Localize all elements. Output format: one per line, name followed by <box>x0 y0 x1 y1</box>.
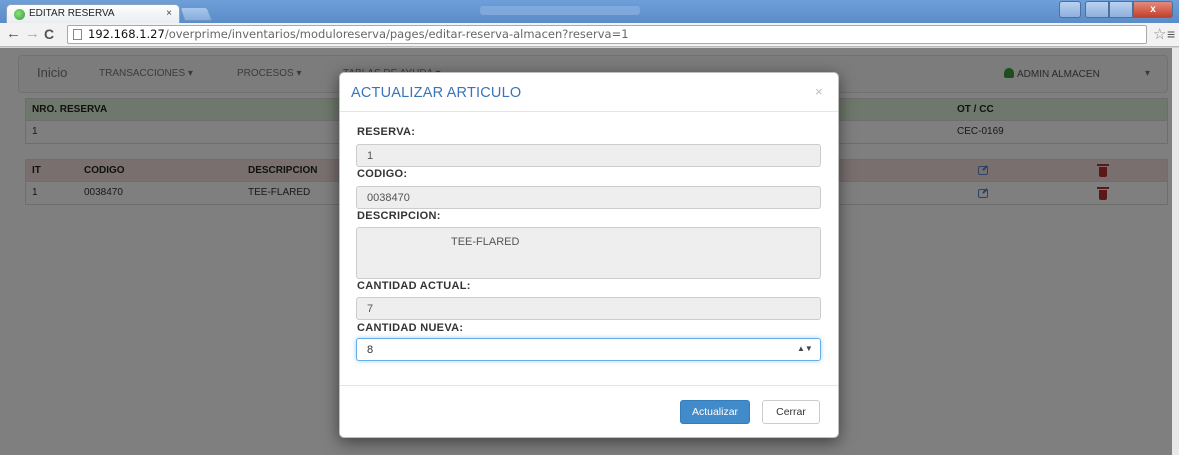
window-controls: x <box>1059 1 1173 18</box>
address-bar[interactable]: 192.168.1.27/overprime/inventarios/modul… <box>67 25 1147 44</box>
forward-arrow-icon[interactable]: → <box>25 26 40 42</box>
minimize-button[interactable] <box>1085 1 1109 18</box>
description-field[interactable]: TEE-FLARED <box>356 227 821 279</box>
reserve-field[interactable] <box>356 144 821 167</box>
update-button[interactable]: Actualizar <box>680 400 750 424</box>
maximize-button[interactable] <box>1109 1 1133 18</box>
close-icon[interactable]: × <box>815 84 823 99</box>
browser-tabstrip: EDITAR RESERVA × x <box>0 0 1179 23</box>
reserve-label: RESERVA: <box>357 126 416 138</box>
reload-icon[interactable]: C <box>44 26 54 42</box>
current-qty-label: CANTIDAD ACTUAL: <box>357 280 471 292</box>
window-title-blur <box>480 6 640 15</box>
description-label: DESCRIPCION: <box>357 210 441 222</box>
url-path: /overprime/inventarios/moduloreserva/pag… <box>164 27 629 41</box>
page-icon <box>73 29 82 40</box>
modal-header: ACTUALIZAR ARTICULO × <box>340 73 838 112</box>
tab-title: EDITAR RESERVA <box>29 8 115 19</box>
cancel-button[interactable]: Cerrar <box>762 400 820 424</box>
code-field[interactable] <box>356 186 821 209</box>
profile-icon[interactable] <box>1059 1 1081 18</box>
stepper-arrows-icon[interactable]: ▲▼ <box>797 345 813 359</box>
window-close-button[interactable]: x <box>1133 1 1173 18</box>
tab-close-icon[interactable]: × <box>166 8 172 19</box>
favicon-icon <box>14 9 25 20</box>
browser-toolbar: ← → C 192.168.1.27/overprime/inventarios… <box>0 23 1179 47</box>
modal-footer-divider <box>340 385 838 386</box>
bookmark-star-icon[interactable]: ☆ <box>1153 25 1166 43</box>
browser-menu-icon[interactable]: ≡ <box>1167 26 1175 42</box>
url-host: 192.168.1.27 <box>88 27 165 41</box>
update-item-modal: ACTUALIZAR ARTICULO × RESERVA: CODIGO: D… <box>339 72 839 438</box>
current-qty-field[interactable] <box>356 297 821 320</box>
browser-tab[interactable]: EDITAR RESERVA × <box>6 4 180 23</box>
new-qty-label: CANTIDAD NUEVA: <box>357 322 464 334</box>
back-arrow-icon[interactable]: ← <box>6 26 21 42</box>
modal-title: ACTUALIZAR ARTICULO <box>351 85 522 101</box>
page-scrollbar[interactable] <box>1172 48 1179 455</box>
new-qty-stepper[interactable] <box>356 338 821 361</box>
new-tab-button[interactable] <box>179 7 213 21</box>
code-label: CODIGO: <box>357 168 408 180</box>
